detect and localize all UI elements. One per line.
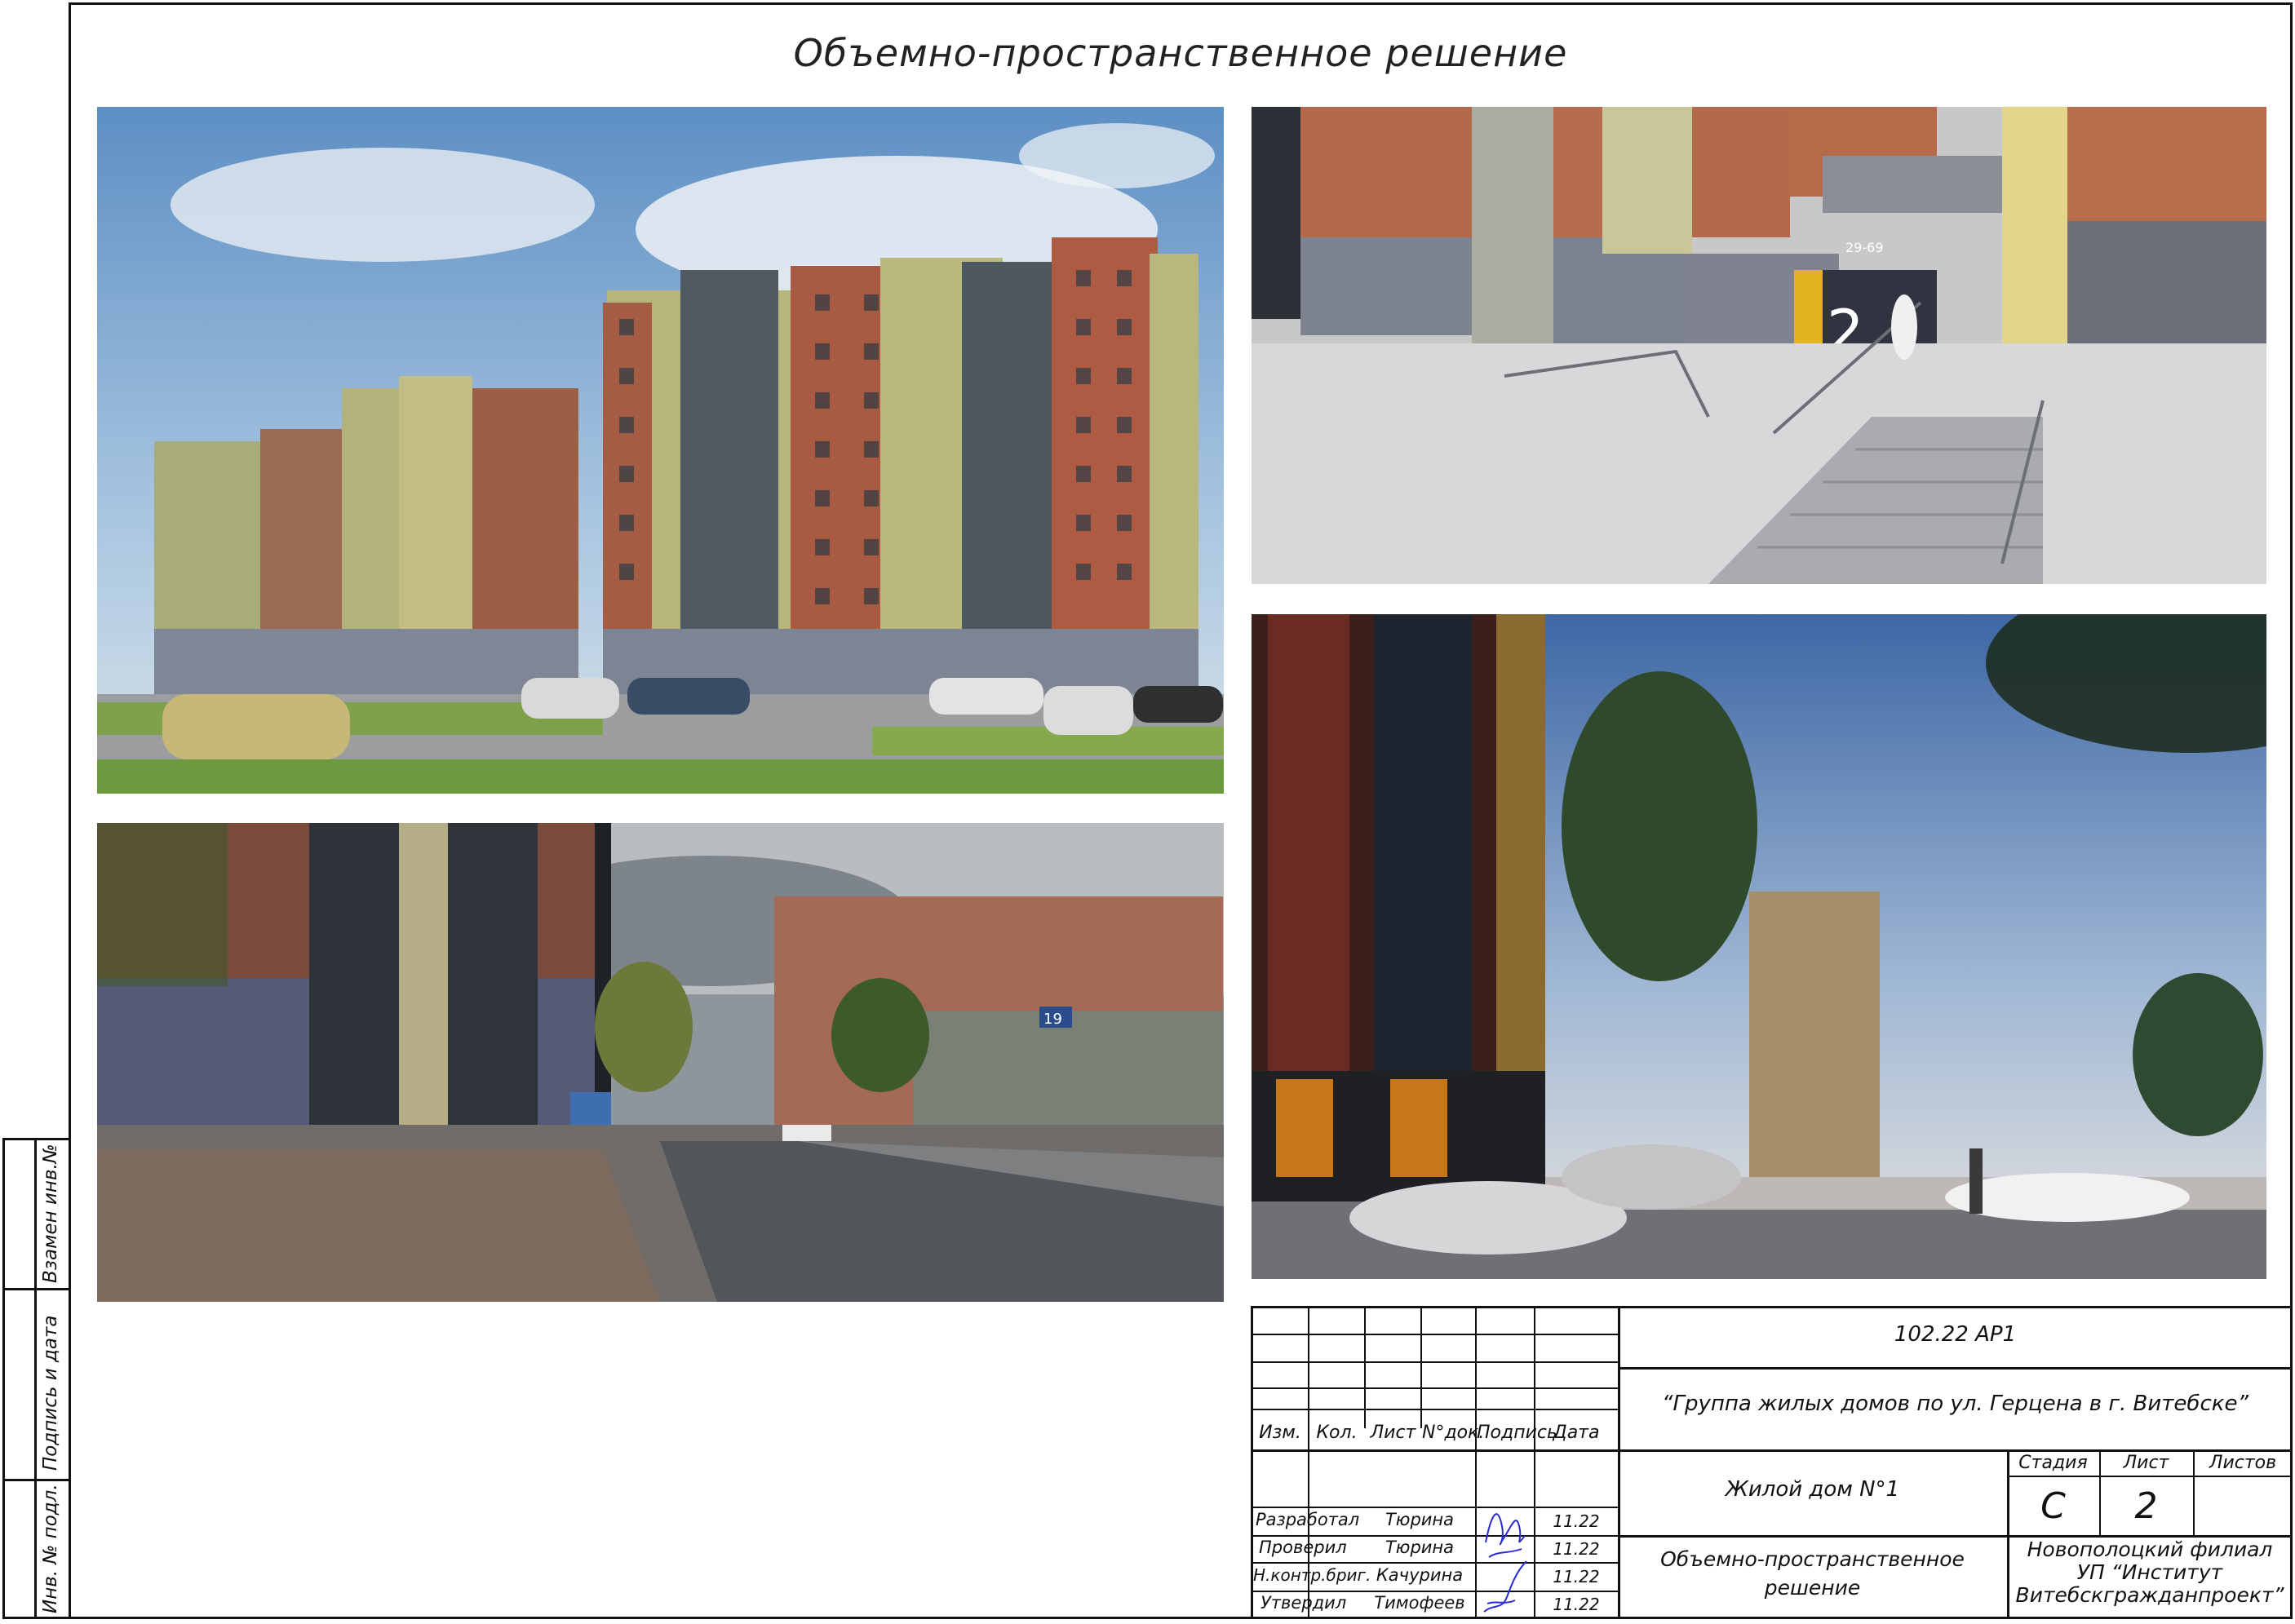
title-block: Изм. Кол. Лист N°док. Подпись Дата Разра… bbox=[1251, 1306, 2293, 1619]
sheet-content-line1: Объемно-пространственное bbox=[1660, 1547, 1965, 1571]
org-line1: Новополоцкий филиал bbox=[2027, 1538, 2273, 1561]
street-view-photo: 19 bbox=[97, 823, 1224, 1302]
org-line2: УП “Институт bbox=[2076, 1560, 2223, 1584]
date-checked: 11.22 bbox=[1553, 1539, 1600, 1559]
role-checked: Проверил bbox=[1259, 1538, 1347, 1557]
doc-code: 102.22 АР1 bbox=[1894, 1322, 2017, 1347]
sheet-content-line2: решение bbox=[1764, 1576, 1861, 1600]
header-kol: Кол. bbox=[1316, 1423, 1358, 1443]
sheet-value: 2 bbox=[2134, 1485, 2158, 1527]
date-normcontrol: 11.22 bbox=[1553, 1567, 1600, 1586]
house-number-label: 19 bbox=[1043, 1011, 1062, 1028]
header-podpis: Подпись bbox=[1477, 1423, 1557, 1443]
header-ndok: N°док. bbox=[1422, 1423, 1485, 1443]
header-list: Лист bbox=[1370, 1423, 1416, 1443]
sign-date-label: Подпись и дата bbox=[40, 1315, 61, 1471]
signature-approved bbox=[1483, 1560, 1527, 1613]
render-evening-street bbox=[1252, 614, 2266, 1279]
stage-value: С bbox=[2040, 1485, 2066, 1527]
header-data: Дата bbox=[1553, 1423, 1600, 1443]
name-developed: Тюрина bbox=[1385, 1510, 1455, 1529]
building-name: Жилой дом N°1 bbox=[1725, 1477, 1900, 1502]
role-approved: Утвердил bbox=[1260, 1593, 1347, 1613]
inv-orig-label: Инв. № подл. bbox=[40, 1484, 61, 1613]
org-line3: Витебскгражданпроект” bbox=[2015, 1583, 2284, 1607]
stage-label: Стадия bbox=[2018, 1453, 2088, 1473]
render-entrance-ramp: 29-69 2 bbox=[1252, 107, 2266, 584]
name-normcontrol: Качурина bbox=[1376, 1565, 1464, 1585]
render-building-overview bbox=[97, 107, 1224, 794]
role-normcontrol: Н.контр.бриг. bbox=[1253, 1565, 1371, 1585]
entrance-range-label: 29-69 bbox=[1845, 240, 1884, 255]
header-izm: Изм. bbox=[1259, 1423, 1301, 1443]
inv-replace-label: Взамен инв.№ bbox=[40, 1144, 61, 1283]
name-approved: Тимофеев bbox=[1374, 1593, 1465, 1613]
name-checked: Тюрина bbox=[1385, 1538, 1455, 1557]
side-stamp: Взамен инв.№ Подпись и дата Инв. № подл. bbox=[2, 1138, 69, 1619]
project-name: “Группа жилых домов по ул. Герцена в г. … bbox=[1662, 1392, 2248, 1416]
sheets-label: Листов bbox=[2209, 1453, 2277, 1473]
role-developed: Разработал bbox=[1256, 1510, 1360, 1529]
sheet-title: Объемно-пространственное решение bbox=[793, 31, 1568, 75]
date-developed: 11.22 bbox=[1553, 1511, 1600, 1531]
date-approved: 11.22 bbox=[1553, 1595, 1600, 1614]
sheet-label: Лист bbox=[2123, 1453, 2169, 1473]
